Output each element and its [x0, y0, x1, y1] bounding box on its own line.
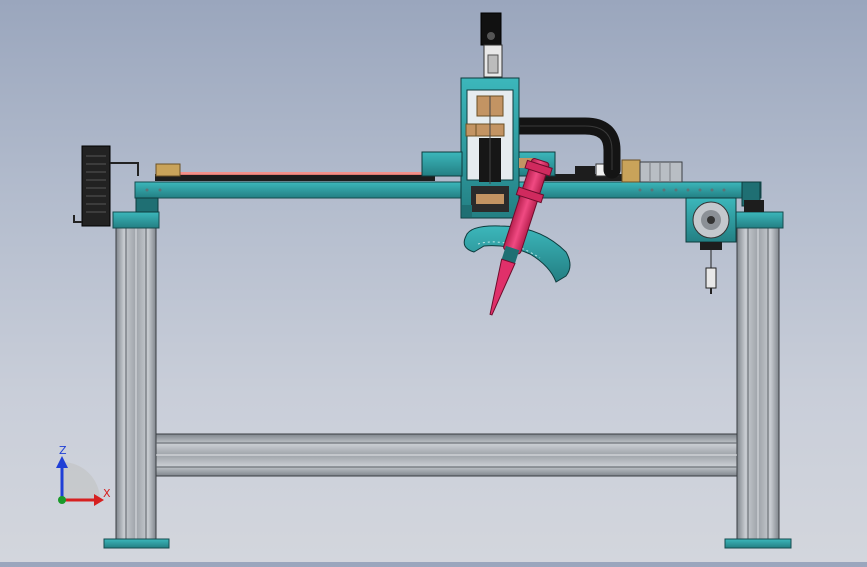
z-arrow-head-icon	[56, 456, 68, 468]
cad-viewport[interactable]: Z X	[0, 0, 867, 562]
lower-crossbeam[interactable]	[155, 433, 738, 477]
z-axis-label: Z	[59, 444, 67, 457]
cad-model-canvas[interactable]: Z X	[0, 0, 867, 562]
orientation-triad: Z X	[56, 444, 111, 506]
left-leg[interactable]	[103, 211, 170, 549]
right-leg[interactable]	[724, 211, 792, 549]
y-axis-dot-icon	[58, 496, 66, 504]
x-axis-label: X	[103, 487, 111, 500]
side-stepper-motor[interactable]	[685, 197, 737, 294]
